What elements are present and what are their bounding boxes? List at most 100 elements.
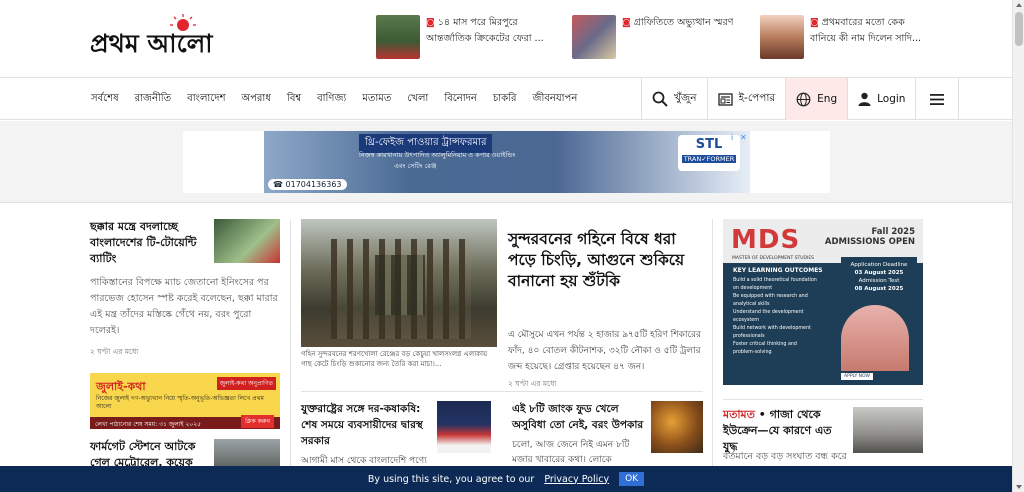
trending-text: প্রথমবারের মতো কেক বানিয়ে কী নাম দিলেন … bbox=[810, 17, 922, 44]
right-column: MDS MASTER OF DEVELOPMENT STUDIES Fall 2… bbox=[723, 219, 923, 462]
search-icon bbox=[652, 91, 668, 107]
horizontal-divider bbox=[723, 399, 923, 400]
cookie-banner: By using this site, you agree to our Pri… bbox=[0, 466, 1012, 492]
hamburger-icon bbox=[930, 93, 945, 105]
lead-time: ২ ঘণ্টা এর মধ্যে bbox=[508, 379, 557, 388]
main-navbar: সর্বশেষ রাজনীতি বাংলাদেশ অপরাধ বিশ্ব বাণ… bbox=[0, 78, 1012, 120]
ad-strip: থ্রি-ফেইজ পাওয়ার ট্রান্সফরমার নিজস্ব কা… bbox=[0, 121, 1012, 203]
nav-item-lifestyle[interactable]: জীবনযাপন bbox=[533, 91, 578, 108]
menu-button[interactable] bbox=[915, 78, 960, 120]
story-time: ২ ঘণ্টা এর মধ্যে bbox=[90, 347, 139, 356]
trending-text: ১৪ মাস পরে মিরপুরে আন্তর্জাতিক ক্রিকেটের… bbox=[426, 17, 544, 44]
ad-brand-sub: TRAN✓FORMER bbox=[682, 155, 736, 163]
phone-icon: ☎ bbox=[273, 180, 286, 189]
scroll-up-icon[interactable] bbox=[1016, 3, 1022, 7]
graffiti-thumbnail bbox=[572, 15, 616, 59]
logo-text: প্রথম আলো bbox=[90, 29, 214, 58]
mds-season: Fall 2025 ADMISSIONS OPEN bbox=[824, 227, 915, 247]
main-content: ছক্কার মন্ত্রে বদলাচ্ছে বাংলাদেশের টি-টো… bbox=[0, 203, 1012, 492]
sundarbans-image[interactable] bbox=[301, 219, 497, 347]
mds-brand: MDS bbox=[731, 225, 801, 255]
trending-item[interactable]: ◙ গ্রাফিতিতে অভ্যুত্থান স্মরণ bbox=[572, 15, 744, 59]
camera-icon: ◙ bbox=[426, 18, 435, 28]
nav-item-business[interactable]: বাণিজ্য bbox=[317, 91, 346, 108]
food-image[interactable] bbox=[651, 401, 703, 453]
newspaper-icon bbox=[717, 92, 733, 106]
lead-caption: গহিন সুন্দরবনের শরণখোলা রেঞ্জের বড় কেচু… bbox=[301, 350, 488, 368]
scrollbar-thumb[interactable] bbox=[1015, 12, 1023, 46]
nav-item-world[interactable]: বিশ্ব bbox=[287, 91, 301, 108]
mds-dates: Application Deadline 03 August 2025 Admi… bbox=[841, 257, 917, 297]
nav-item-bangladesh[interactable]: বাংলাদেশ bbox=[187, 91, 225, 108]
column-divider bbox=[712, 219, 713, 492]
search-label: খুঁজুন bbox=[674, 91, 697, 104]
page-scrollbar[interactable] bbox=[1012, 0, 1024, 492]
nav-item-opinion[interactable]: মতামত bbox=[362, 91, 391, 108]
story-summary: পাকিস্তানের বিপক্ষে ম্যাচ জেতানো ইনিংসের… bbox=[90, 277, 278, 336]
mds-outcomes-title: KEY LEARNING OUTCOMES bbox=[733, 267, 823, 274]
story-headline[interactable]: যুক্তরাষ্ট্রের সঙ্গে দর-কষাকষি: শেষ সময়… bbox=[301, 401, 431, 449]
trending-strip: ◙ ১৪ মাস পরে মিরপুরে আন্তর্জাতিক ক্রিকেটে… bbox=[376, 15, 932, 59]
nav-item-crime[interactable]: অপরাধ bbox=[241, 91, 270, 108]
language-button[interactable]: Eng bbox=[785, 78, 848, 120]
story-headline[interactable]: এই ৮টি জাংক ফুড খেলে অসুবিধা তো নেই, বরং… bbox=[512, 401, 645, 433]
ad-subtitle: নিজস্ব কারখানায় উৎপাদিত অ্যালুমিনিয়াম … bbox=[359, 151, 516, 159]
gaza-image[interactable] bbox=[853, 407, 923, 453]
cricket-image[interactable] bbox=[214, 219, 280, 263]
nav-item-sports[interactable]: খেলা bbox=[407, 91, 428, 108]
students-image bbox=[841, 305, 909, 371]
camera-icon: ◙ bbox=[810, 18, 819, 28]
lead-summary: এ মৌসুমে এখন পর্যন্ত ২ হাজার ৯৭৫টি হরিণ … bbox=[508, 330, 701, 372]
trending-text: গ্রাফিতিতে অভ্যুত্থান স্মরণ bbox=[633, 17, 734, 28]
mds-ad[interactable]: MDS MASTER OF DEVELOPMENT STUDIES Fall 2… bbox=[723, 219, 923, 385]
trending-item[interactable]: ◙ প্রথমবারের মতো কেক বানিয়ে কী নাম দিলেন… bbox=[760, 15, 932, 59]
story-category[interactable]: মতামত bbox=[723, 408, 755, 421]
apply-now-button[interactable]: APPLY NOW bbox=[841, 373, 873, 380]
page: প্রথম আলো ◙ ১৪ মাস পরে মিরপুরে আন্তর্জাতি… bbox=[0, 0, 1012, 492]
camera-icon: ◙ bbox=[622, 18, 631, 28]
nav-item-jobs[interactable]: চাকরি bbox=[493, 91, 517, 108]
horizontal-divider bbox=[301, 391, 703, 392]
nav-item-latest[interactable]: সর্বশেষ bbox=[91, 91, 119, 108]
language-label: Eng bbox=[817, 93, 838, 105]
nav-items: সর্বশেষ রাজনীতি বাংলাদেশ অপরাধ বিশ্ব বাণ… bbox=[91, 78, 577, 120]
prothom-alo-logo[interactable]: প্রথম আলো bbox=[90, 14, 275, 58]
nav-item-entertainment[interactable]: বিনোদন bbox=[444, 91, 477, 108]
story-headline[interactable]: ছক্কার মন্ত্রে বদলাচ্ছে বাংলাদেশের টি-টো… bbox=[90, 219, 208, 267]
login-button[interactable]: Login bbox=[847, 78, 915, 120]
trending-item[interactable]: ◙ ১৪ মাস পরে মিরপুরে আন্তর্জাতিক ক্রিকেটে… bbox=[376, 15, 556, 59]
july-ad-line: নিজের জুলাই গণ-অভ্যুত্থান নিয়ে স্মৃতি-অ… bbox=[96, 395, 264, 410]
epaper-button[interactable]: ই-পেপার bbox=[706, 78, 786, 120]
login-label: Login bbox=[877, 93, 906, 105]
ad-phone: ☎ 01704136363 bbox=[268, 179, 347, 190]
left-column: ছক্কার মন্ত্রে বদলাচ্ছে বাংলাদেশের টি-টো… bbox=[90, 219, 280, 479]
july-kotha-ad[interactable]: জুলাই-কথা জুলাই-কথা অনুপ্রাণিত নিজের জুল… bbox=[90, 373, 280, 429]
mds-brand-sub: MASTER OF DEVELOPMENT STUDIES bbox=[732, 256, 815, 261]
search-button[interactable]: খুঁজুন bbox=[641, 78, 707, 120]
trump-image[interactable] bbox=[437, 401, 491, 453]
july-ad-button[interactable]: ক্লিক করুন bbox=[241, 415, 274, 428]
cake-thumbnail bbox=[760, 15, 804, 59]
story-cricket[interactable]: ছক্কার মন্ত্রে বদলাচ্ছে বাংলাদেশের টি-টো… bbox=[90, 219, 280, 267]
cookie-text: By using this site, you agree to our bbox=[367, 473, 535, 485]
cricket-thumbnail bbox=[376, 15, 420, 59]
privacy-policy-link[interactable]: Privacy Policy bbox=[544, 474, 609, 485]
mds-outcomes: Build a solid theoretical foundation on … bbox=[733, 278, 817, 355]
scroll-down-icon[interactable] bbox=[1016, 485, 1022, 489]
cookie-ok-button[interactable]: OK bbox=[619, 472, 645, 486]
story-summary: বর্তমানে বড় বড় সংঘাত বন্ধ করে bbox=[723, 451, 847, 462]
ad-info-icon[interactable]: i bbox=[731, 133, 733, 142]
story-gaza[interactable]: মতামত • গাজা থেকে ইউক্রেন—যে কারণে এত যু… bbox=[723, 407, 923, 455]
ad-subtitle-2: এবং সেটিং রেঞ্জ bbox=[394, 162, 437, 170]
lead-headline[interactable]: সুন্দরবনের গহিনে বিষে ধরা পড়ে চিংড়ি, আ… bbox=[508, 229, 704, 292]
transformer-ad[interactable]: থ্রি-ফেইজ পাওয়ার ট্রান্সফরমার নিজস্ব কা… bbox=[264, 131, 750, 193]
ad-close-icon[interactable]: ✕ bbox=[740, 133, 747, 142]
nav-item-politics[interactable]: রাজনীতি bbox=[135, 91, 172, 108]
globe-icon bbox=[796, 92, 811, 106]
epaper-label: ই-পেপার bbox=[738, 91, 776, 104]
nav-right: খুঁজুন ই-পেপার Eng Login bbox=[641, 78, 960, 120]
user-icon bbox=[858, 92, 871, 106]
top-header: প্রথম আলো ◙ ১৪ মাস পরে মিরপুরে আন্তর্জাতি… bbox=[0, 0, 1012, 78]
column-divider bbox=[290, 219, 291, 492]
july-ad-badge: জুলাই-কথা অনুপ্রাণিত bbox=[216, 377, 276, 390]
